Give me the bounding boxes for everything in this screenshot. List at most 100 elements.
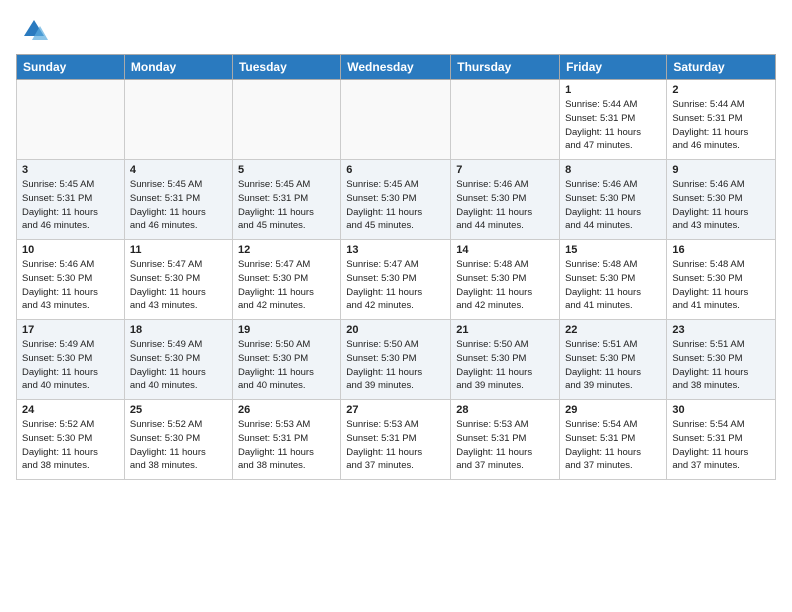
calendar-cell: 4 Sunrise: 5:45 AM Sunset: 5:31 PM Daylig…: [124, 160, 232, 240]
calendar-cell: 14Sunrise: 5:48 AM Sunset: 5:30 PM Dayli…: [451, 240, 560, 320]
logo-icon: [20, 16, 48, 44]
day-number: 1: [565, 84, 661, 96]
calendar-cell: 19 Sunrise: 5:50 AM Sunset: 5:30 PM Dayli…: [232, 320, 340, 400]
weekday-header-sunday: Sunday: [17, 55, 125, 80]
calendar-cell: 2 Sunrise: 5:44 AM Sunset: 5:31 PM Daylig…: [667, 80, 776, 160]
day-info: Sunrise: 5:49 AM Sunset: 5:30 PM Dayligh…: [22, 338, 119, 393]
day-number: 20: [346, 324, 445, 336]
calendar-cell: 30 Sunrise: 5:54 AM Sunset: 5:31 PM Dayli…: [667, 400, 776, 480]
calendar-cell: 17 Sunrise: 5:49 AM Sunset: 5:30 PM Dayli…: [17, 320, 125, 400]
day-number: 16: [672, 244, 770, 256]
calendar-table: SundayMondayTuesdayWednesdayThursdayFrid…: [16, 54, 776, 480]
day-number: 11: [130, 244, 227, 256]
day-number: 2: [672, 84, 770, 96]
day-info: Sunrise: 5:48 AM Sunset: 5:30 PM Dayligh…: [456, 258, 554, 313]
day-number: 29: [565, 404, 661, 416]
day-number: 8: [565, 164, 661, 176]
calendar-cell: 20Sunrise: 5:50 AM Sunset: 5:30 PM Dayli…: [341, 320, 451, 400]
day-number: 10: [22, 244, 119, 256]
calendar-cell: 5 Sunrise: 5:45 AM Sunset: 5:31 PM Daylig…: [232, 160, 340, 240]
calendar-cell: 15 Sunrise: 5:48 AM Sunset: 5:30 PM Dayli…: [560, 240, 667, 320]
calendar-cell: 28 Sunrise: 5:53 AM Sunset: 5:31 PM Dayli…: [451, 400, 560, 480]
day-info: Sunrise: 5:45 AM Sunset: 5:30 PM Dayligh…: [346, 178, 445, 233]
day-info: Sunrise: 5:48 AM Sunset: 5:30 PM Dayligh…: [672, 258, 770, 313]
calendar-week-row: 1 Sunrise: 5:44 AM Sunset: 5:31 PM Daylig…: [17, 80, 776, 160]
calendar-cell: 9 Sunrise: 5:46 AM Sunset: 5:30 PM Daylig…: [667, 160, 776, 240]
weekday-header-wednesday: Wednesday: [341, 55, 451, 80]
day-number: 27: [346, 404, 445, 416]
calendar-cell: [17, 80, 125, 160]
day-info: Sunrise: 5:54 AM Sunset: 5:31 PM Dayligh…: [672, 418, 770, 473]
day-info: Sunrise: 5:46 AM Sunset: 5:30 PM Dayligh…: [565, 178, 661, 233]
calendar-cell: [124, 80, 232, 160]
day-number: 24: [22, 404, 119, 416]
day-number: 13: [346, 244, 445, 256]
calendar-cell: 25Sunrise: 5:52 AM Sunset: 5:30 PM Dayli…: [124, 400, 232, 480]
calendar-cell: [341, 80, 451, 160]
day-info: Sunrise: 5:54 AM Sunset: 5:31 PM Dayligh…: [565, 418, 661, 473]
day-number: 25: [130, 404, 227, 416]
day-info: Sunrise: 5:51 AM Sunset: 5:30 PM Dayligh…: [672, 338, 770, 393]
day-info: Sunrise: 5:47 AM Sunset: 5:30 PM Dayligh…: [346, 258, 445, 313]
calendar-cell: 27Sunrise: 5:53 AM Sunset: 5:31 PM Dayli…: [341, 400, 451, 480]
calendar-cell: 12 Sunrise: 5:47 AM Sunset: 5:30 PM Dayli…: [232, 240, 340, 320]
day-number: 15: [565, 244, 661, 256]
day-info: Sunrise: 5:52 AM Sunset: 5:30 PM Dayligh…: [22, 418, 119, 473]
day-number: 5: [238, 164, 335, 176]
calendar-cell: 10Sunrise: 5:46 AM Sunset: 5:30 PM Dayli…: [17, 240, 125, 320]
day-info: Sunrise: 5:49 AM Sunset: 5:30 PM Dayligh…: [130, 338, 227, 393]
calendar-cell: 24 Sunrise: 5:52 AM Sunset: 5:30 PM Dayli…: [17, 400, 125, 480]
day-number: 9: [672, 164, 770, 176]
day-info: Sunrise: 5:45 AM Sunset: 5:31 PM Dayligh…: [238, 178, 335, 233]
header: [16, 16, 776, 44]
day-number: 4: [130, 164, 227, 176]
calendar-cell: 26Sunrise: 5:53 AM Sunset: 5:31 PM Dayli…: [232, 400, 340, 480]
calendar-cell: 23Sunrise: 5:51 AM Sunset: 5:30 PM Dayli…: [667, 320, 776, 400]
day-number: 18: [130, 324, 227, 336]
day-info: Sunrise: 5:53 AM Sunset: 5:31 PM Dayligh…: [456, 418, 554, 473]
calendar-week-row: 24 Sunrise: 5:52 AM Sunset: 5:30 PM Dayli…: [17, 400, 776, 480]
calendar-week-row: 3Sunrise: 5:45 AM Sunset: 5:31 PM Daylig…: [17, 160, 776, 240]
day-number: 28: [456, 404, 554, 416]
calendar-cell: [451, 80, 560, 160]
calendar-cell: 3Sunrise: 5:45 AM Sunset: 5:31 PM Daylig…: [17, 160, 125, 240]
calendar-week-row: 17 Sunrise: 5:49 AM Sunset: 5:30 PM Dayli…: [17, 320, 776, 400]
day-number: 17: [22, 324, 119, 336]
calendar-cell: 18 Sunrise: 5:49 AM Sunset: 5:30 PM Dayli…: [124, 320, 232, 400]
calendar-cell: 7 Sunrise: 5:46 AM Sunset: 5:30 PM Daylig…: [451, 160, 560, 240]
day-number: 12: [238, 244, 335, 256]
calendar-cell: [232, 80, 340, 160]
day-number: 21: [456, 324, 554, 336]
calendar-cell: 21 Sunrise: 5:50 AM Sunset: 5:30 PM Dayli…: [451, 320, 560, 400]
day-info: Sunrise: 5:47 AM Sunset: 5:30 PM Dayligh…: [130, 258, 227, 313]
day-info: Sunrise: 5:44 AM Sunset: 5:31 PM Dayligh…: [672, 98, 770, 153]
day-info: Sunrise: 5:47 AM Sunset: 5:30 PM Dayligh…: [238, 258, 335, 313]
weekday-header-row: SundayMondayTuesdayWednesdayThursdayFrid…: [17, 55, 776, 80]
day-number: 26: [238, 404, 335, 416]
calendar-week-row: 10Sunrise: 5:46 AM Sunset: 5:30 PM Dayli…: [17, 240, 776, 320]
day-info: Sunrise: 5:45 AM Sunset: 5:31 PM Dayligh…: [130, 178, 227, 233]
day-number: 19: [238, 324, 335, 336]
day-info: Sunrise: 5:46 AM Sunset: 5:30 PM Dayligh…: [456, 178, 554, 233]
calendar-cell: 8 Sunrise: 5:46 AM Sunset: 5:30 PM Daylig…: [560, 160, 667, 240]
day-number: 6: [346, 164, 445, 176]
weekday-header-saturday: Saturday: [667, 55, 776, 80]
day-number: 30: [672, 404, 770, 416]
weekday-header-thursday: Thursday: [451, 55, 560, 80]
calendar-cell: 22 Sunrise: 5:51 AM Sunset: 5:30 PM Dayli…: [560, 320, 667, 400]
day-info: Sunrise: 5:44 AM Sunset: 5:31 PM Dayligh…: [565, 98, 661, 153]
calendar-cell: 16 Sunrise: 5:48 AM Sunset: 5:30 PM Dayli…: [667, 240, 776, 320]
logo: [16, 16, 48, 44]
day-info: Sunrise: 5:50 AM Sunset: 5:30 PM Dayligh…: [456, 338, 554, 393]
day-number: 7: [456, 164, 554, 176]
weekday-header-friday: Friday: [560, 55, 667, 80]
day-info: Sunrise: 5:48 AM Sunset: 5:30 PM Dayligh…: [565, 258, 661, 313]
day-number: 22: [565, 324, 661, 336]
calendar-cell: 1 Sunrise: 5:44 AM Sunset: 5:31 PM Daylig…: [560, 80, 667, 160]
page: SundayMondayTuesdayWednesdayThursdayFrid…: [0, 0, 792, 492]
calendar-cell: 13 Sunrise: 5:47 AM Sunset: 5:30 PM Dayli…: [341, 240, 451, 320]
weekday-header-tuesday: Tuesday: [232, 55, 340, 80]
day-info: Sunrise: 5:51 AM Sunset: 5:30 PM Dayligh…: [565, 338, 661, 393]
day-info: Sunrise: 5:50 AM Sunset: 5:30 PM Dayligh…: [238, 338, 335, 393]
day-info: Sunrise: 5:46 AM Sunset: 5:30 PM Dayligh…: [672, 178, 770, 233]
